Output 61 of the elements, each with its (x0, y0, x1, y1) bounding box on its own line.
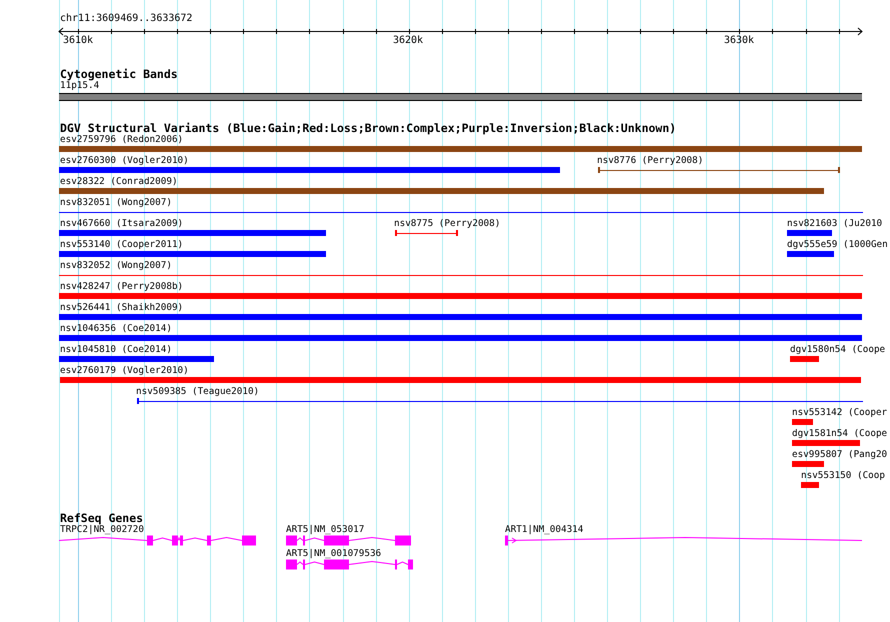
variant-bar[interactable] (787, 251, 834, 257)
variant-label: nsv821603 (Ju2010 (787, 218, 882, 229)
gene-model[interactable] (505, 535, 862, 546)
variant-label: nsv8776 (Perry2008) (597, 155, 704, 166)
variant-bar[interactable] (787, 230, 832, 236)
variant-bar[interactable] (792, 461, 824, 467)
variant-label: nsv553142 (Cooper (792, 407, 888, 418)
gene-model[interactable] (286, 535, 411, 546)
track-title: Cytogenetic Bands (60, 68, 179, 80)
variant-label: dgv555e59 (1000Gen (787, 239, 888, 250)
variant-label: nsv553140 (Cooper2011) (60, 239, 184, 250)
variant-bar[interactable] (790, 356, 819, 362)
variant-span[interactable] (59, 272, 863, 278)
gene-label: ART5|NM_001079536 (286, 548, 382, 559)
variant-label: nsv1045810 (Coe2014) (60, 344, 172, 355)
variant-label: esv995807 (Pang20 (792, 449, 888, 460)
variant-bar[interactable] (59, 335, 862, 341)
variant-label: nsv526441 (Shaikh2009) (60, 302, 184, 313)
variant-bar[interactable] (59, 251, 326, 257)
gene-label: ART1|NM_004314 (505, 524, 584, 535)
variant-label: nsv467660 (Itsara2009) (60, 218, 184, 229)
variant-label: dgv1581n54 (Coope (792, 428, 888, 439)
variant-bar[interactable] (792, 440, 860, 446)
variant-bar[interactable] (59, 356, 214, 362)
variant-label: nsv1046356 (Coe2014) (60, 323, 172, 334)
variant-bar[interactable] (59, 293, 862, 299)
variant-label: esv2760179 (Vogler2010) (60, 365, 189, 376)
gene-label: ART5|NM_053017 (286, 524, 364, 535)
variant-label: esv2760300 (Vogler2010) (60, 155, 189, 166)
variant-label: esv28322 (Conrad2009) (60, 176, 178, 187)
variant-label: nsv553150 (Coop (801, 470, 885, 481)
variant-bar[interactable] (801, 482, 819, 488)
gene-label: TRPC2|NR_002720 (60, 524, 144, 535)
variant-label: nsv428247 (Perry2008b) (60, 281, 184, 292)
variant-span[interactable] (59, 209, 863, 215)
variant-label: nsv832051 (Wong2007) (60, 197, 172, 208)
variant-bar[interactable] (59, 167, 560, 173)
variant-label: nsv509385 (Teague2010) (136, 386, 260, 397)
variant-label: esv2759796 (Redon2006) (60, 134, 184, 145)
variant-bar[interactable] (59, 188, 824, 194)
tick-label: 3610k (62, 35, 94, 47)
variant-bar[interactable] (59, 146, 862, 152)
band-label: 11p15.4 (60, 80, 100, 91)
variant-bar[interactable] (59, 314, 862, 320)
variant-label: dgv1580n54 (Coope (790, 344, 886, 355)
cytoband-bar[interactable] (59, 93, 862, 101)
variant-span[interactable] (395, 230, 458, 236)
variant-bar[interactable] (59, 230, 326, 236)
track-title: RefSeq Genes (60, 512, 144, 524)
variant-span[interactable] (598, 167, 840, 173)
variant-span[interactable] (137, 398, 863, 404)
region-label: chr11:3609469..3633672 (60, 13, 192, 25)
tick-label: 3620k (392, 35, 424, 47)
variant-bar[interactable] (60, 377, 861, 383)
gene-model[interactable] (286, 559, 413, 570)
variant-label: nsv832052 (Wong2007) (60, 260, 172, 271)
variant-bar[interactable] (792, 419, 813, 425)
tick-label: 3630k (724, 35, 754, 47)
gene-model[interactable] (59, 535, 256, 546)
track-title: DGV Structural Variants (Blue:Gain;Red:Loss;Brown:Complex;Purple:Inversion;Black:Unknown) (60, 122, 678, 134)
variant-label: nsv8775 (Perry2008) (394, 218, 500, 229)
